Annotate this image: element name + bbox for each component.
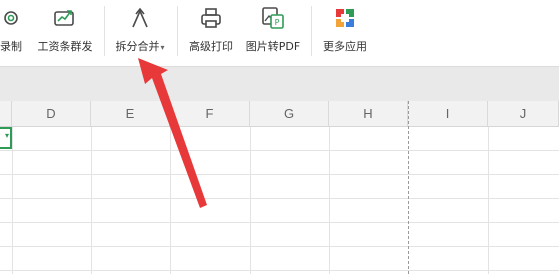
image-to-pdf-icon: P [260,4,286,32]
more-apps-button[interactable]: 更多应用 [316,0,374,60]
split-merge-icon [128,4,152,32]
column-header-partial[interactable] [0,101,12,126]
grid-line [170,127,171,274]
cell-grid[interactable] [0,127,559,274]
column-header-h[interactable]: H [329,101,408,126]
printer-icon [199,4,223,32]
column-header-f[interactable]: F [170,101,250,126]
column-header-g[interactable]: G [250,101,329,126]
column-header-d[interactable]: D [12,101,91,126]
column-header-i[interactable]: I [408,101,488,126]
advanced-print-button[interactable]: 高级打印 [184,0,238,60]
toolbar-separator [177,6,178,56]
image-to-pdf-button[interactable]: P 图片转PDF [240,0,306,60]
page-break-line [408,101,409,274]
grid-line [250,127,251,274]
svg-text:P: P [275,18,280,27]
record-icon [0,4,22,32]
more-apps-icon [333,4,357,32]
formula-bar-area [0,66,559,101]
toolbar-separator [311,6,312,56]
cell-dropdown-icon[interactable]: ▾ [5,131,9,140]
payslip-send-label: 工资条群发 [37,40,93,53]
ribbon-toolbar: 录制 工资条群发 拆分合并▾ 高级打印 P 图片转PDF 更多应用 [0,0,559,66]
grid-line [12,127,13,274]
payslip-send-icon [52,4,78,32]
column-header-row: D E F G H I J [0,101,559,127]
more-apps-label: 更多应用 [323,40,367,53]
toolbar-separator [104,6,105,56]
column-header-e[interactable]: E [91,101,170,126]
record-label: 录制 [0,40,22,53]
grid-line [488,127,489,274]
column-header-j[interactable]: J [488,101,559,126]
selected-cell-indicator[interactable]: ▾ [0,127,12,149]
record-button[interactable]: 录制 [0,0,26,60]
split-merge-button[interactable]: 拆分合并▾ [110,0,170,60]
advanced-print-label: 高级打印 [189,40,233,53]
image-to-pdf-label: 图片转PDF [245,40,301,53]
payslip-send-button[interactable]: 工资条群发 [32,0,98,60]
grid-line [329,127,330,274]
split-merge-label: 拆分合并 [115,40,160,53]
grid-line [91,127,92,274]
chevron-down-icon[interactable]: ▾ [160,43,164,52]
